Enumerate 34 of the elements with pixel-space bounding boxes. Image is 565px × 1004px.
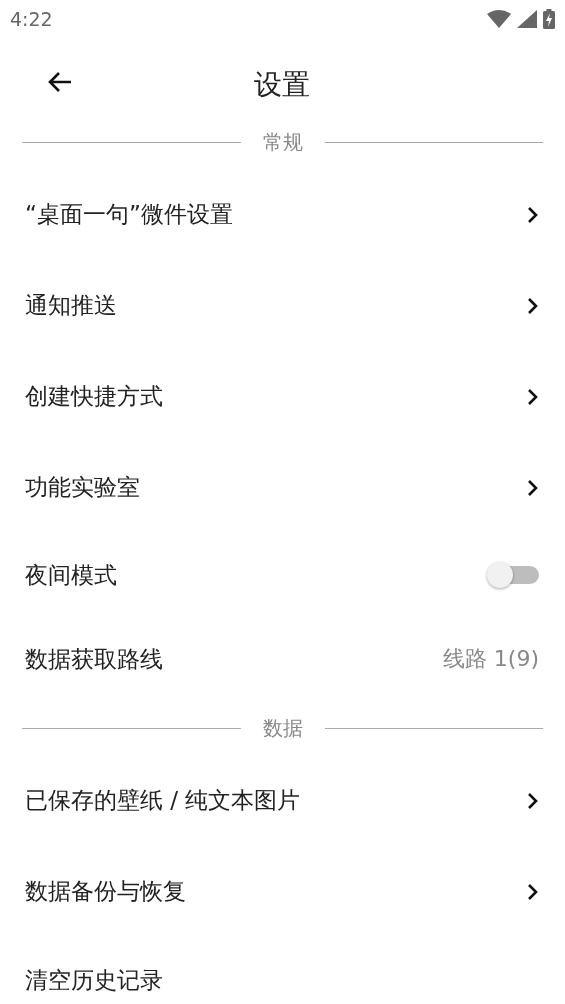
item-label: 清空历史记录	[25, 966, 163, 995]
settings-item[interactable]: 数据获取路线 线路 1(9)	[0, 617, 565, 701]
chevron-right-icon	[527, 478, 539, 497]
toggle-switch[interactable]	[487, 562, 539, 588]
section-title: 数据	[262, 714, 303, 742]
settings-item[interactable]: 夜间模式	[0, 533, 565, 617]
chevron-right-icon	[527, 882, 539, 901]
chevron-right-icon	[527, 791, 539, 810]
item-label: 数据获取路线	[25, 644, 163, 674]
chevron-right-icon	[527, 387, 539, 406]
item-label: “桌面一句”微件设置	[25, 200, 233, 229]
item-value: 线路 1(9)	[442, 645, 539, 673]
settings-item[interactable]: 创建快捷方式	[0, 351, 565, 442]
settings-item[interactable]: “桌面一句”微件设置	[0, 169, 565, 260]
chevron-right-icon	[527, 296, 539, 315]
settings-item[interactable]: 功能实验室	[0, 442, 565, 533]
chevron-right-icon	[527, 205, 539, 224]
section-title: 常规	[262, 128, 303, 156]
settings-item[interactable]: 已保存的壁纸 / 纯文本图片	[0, 755, 565, 846]
settings-item[interactable]: 数据备份与恢复	[0, 846, 565, 937]
settings-item[interactable]: 清空历史记录	[0, 937, 565, 1003]
item-label: 数据备份与恢复	[25, 877, 186, 906]
settings-item[interactable]: 通知推送	[0, 260, 565, 351]
page-title: 设置	[253, 67, 311, 103]
wifi-icon	[487, 10, 511, 28]
item-label: 功能实验室	[25, 473, 140, 502]
battery-icon	[543, 9, 555, 29]
item-label: 创建快捷方式	[25, 382, 163, 411]
item-label: 夜间模式	[25, 560, 117, 590]
signal-icon	[517, 10, 537, 28]
back-arrow-icon	[47, 70, 73, 93]
status-time: 4:22	[10, 8, 53, 30]
item-label: 已保存的壁纸 / 纯文本图片	[25, 786, 301, 815]
item-label: 通知推送	[25, 291, 117, 320]
